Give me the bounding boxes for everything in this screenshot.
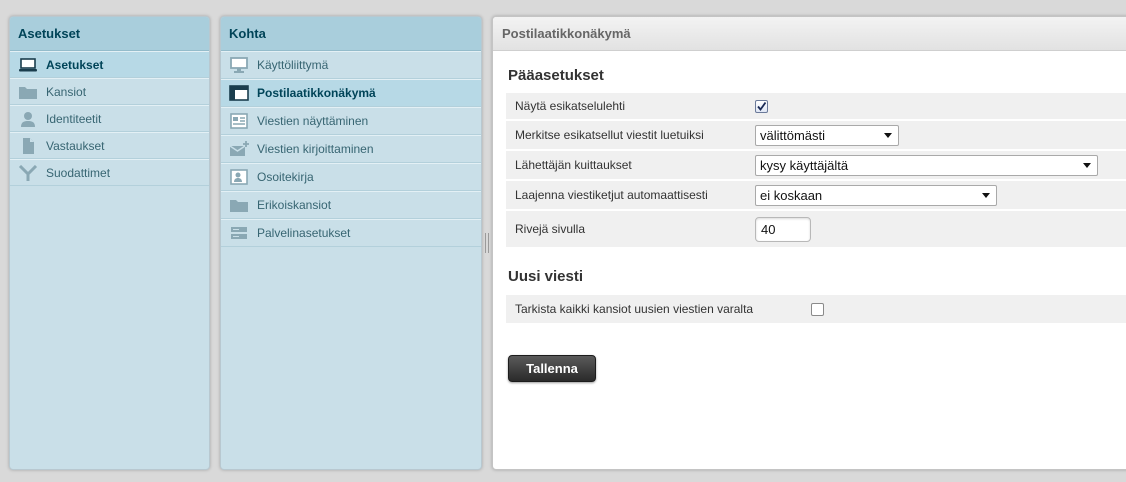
section-item-postilaatikkonakyma[interactable]: Postilaatikkonäkymä	[221, 79, 481, 107]
preferences-panel: Postilaatikkonäkymä Pääasetukset Näytä e…	[492, 16, 1126, 470]
folder-icon	[18, 84, 38, 100]
preferences-panel-title: Postilaatikkonäkymä	[493, 17, 1126, 51]
settings-item-label: Vastaukset	[46, 138, 105, 153]
settings-item-suodattimet[interactable]: Suodattimet	[10, 159, 209, 186]
rows-per-page-row: Rivejä sivulla	[506, 211, 1126, 249]
check-all-folders-row: Tarkista kaikki kansiot uusien viestien …	[506, 295, 1126, 323]
section-item-label: Palvelinasetukset	[257, 226, 351, 240]
person-icon	[18, 111, 38, 127]
mark-read-select[interactable]: välittömästi	[755, 124, 899, 146]
check-all-folders-checkbox[interactable]	[811, 302, 824, 316]
filter-icon	[18, 164, 38, 181]
mailbox-layout-icon	[229, 85, 249, 101]
section-item-viestien-kirjoittaminen[interactable]: Viestien kirjoittaminen	[221, 135, 481, 163]
special-folder-icon	[229, 197, 249, 213]
section-item-label: Viestien näyttäminen	[257, 114, 369, 128]
expand-threads-select[interactable]: ei koskaan	[755, 184, 997, 206]
settings-item-vastaukset[interactable]: Vastaukset	[10, 132, 209, 159]
show-preview-label: Näytä esikatselulehti	[515, 99, 626, 113]
mark-read-label: Merkitse esikatsellut viestit luetuiksi	[515, 128, 704, 142]
compose-icon	[229, 141, 249, 157]
settings-item-label: Kansiot	[46, 84, 87, 99]
checkmark-icon	[757, 101, 767, 111]
settings-item-kansiot[interactable]: Kansiot	[10, 78, 209, 105]
panel-resize-handle[interactable]	[484, 233, 490, 253]
section-item-label: Osoitekirja	[257, 170, 314, 184]
monitor-icon	[229, 57, 249, 73]
receipts-row: Lähettäjän kuittaukset kysy käyttäjältä	[506, 151, 1126, 181]
section-item-label: Postilaatikkonäkymä	[257, 86, 376, 100]
document-icon	[18, 137, 38, 154]
dropdown-arrow-icon	[884, 132, 892, 138]
show-preview-row: Näytä esikatselulehti	[506, 93, 1126, 121]
settings-panel-title: Asetukset	[10, 17, 209, 51]
receipts-select[interactable]: kysy käyttäjältä	[755, 154, 1098, 176]
new-message-heading: Uusi viesti	[508, 268, 584, 285]
settings-list: Asetukset Kansiot Identiteetit Vastaukse…	[10, 51, 209, 186]
settings-item-label: Asetukset	[46, 57, 104, 72]
receipts-value: kysy käyttäjältä	[760, 157, 849, 173]
addressbook-icon	[229, 169, 249, 185]
dropdown-arrow-icon	[1083, 162, 1091, 168]
rows-per-page-label: Rivejä sivulla	[515, 222, 586, 236]
section-item-label: Viestien kirjoittaminen	[257, 142, 374, 156]
rows-per-page-input[interactable]	[755, 216, 811, 242]
section-item-viestien-nayttaminen[interactable]: Viestien näyttäminen	[221, 107, 481, 135]
settings-item-asetukset[interactable]: Asetukset	[10, 51, 209, 78]
new-message-table: Tarkista kaikki kansiot uusien viestien …	[506, 295, 1126, 323]
main-settings-heading: Pääasetukset	[508, 67, 604, 84]
section-panel: Kohta Käyttöliittymä Postilaatikkonäkymä…	[220, 16, 482, 470]
section-list: Käyttöliittymä Postilaatikkonäkymä Viest…	[221, 51, 481, 247]
section-item-osoitekirja[interactable]: Osoitekirja	[221, 163, 481, 191]
server-icon	[229, 225, 249, 241]
settings-panel: Asetukset Asetukset Kansiot Identiteetit…	[9, 16, 210, 470]
section-panel-title: Kohta	[221, 17, 481, 51]
save-button[interactable]: Tallenna	[508, 355, 596, 382]
settings-item-label: Identiteetit	[46, 111, 102, 126]
section-item-label: Erikoiskansiot	[257, 198, 332, 212]
mark-read-value: välittömästi	[760, 127, 826, 143]
expand-threads-value: ei koskaan	[760, 187, 823, 203]
section-item-palvelinasetukset[interactable]: Palvelinasetukset	[221, 219, 481, 247]
laptop-icon	[18, 57, 38, 73]
section-item-kayttoliittyma[interactable]: Käyttöliittymä	[221, 51, 481, 79]
settings-item-label: Suodattimet	[46, 165, 111, 180]
settings-item-identiteetit[interactable]: Identiteetit	[10, 105, 209, 132]
section-item-erikoiskansiot[interactable]: Erikoiskansiot	[221, 191, 481, 219]
expand-threads-label: Laajenna viestiketjut automaattisesti	[515, 188, 708, 202]
check-all-folders-label: Tarkista kaikki kansiot uusien viestien …	[515, 302, 754, 316]
expand-threads-row: Laajenna viestiketjut automaattisesti ei…	[506, 181, 1126, 211]
show-preview-checkbox[interactable]	[755, 99, 768, 113]
message-view-icon	[229, 113, 249, 129]
main-settings-table: Näytä esikatselulehti Merkitse esikatsel…	[506, 93, 1126, 249]
mark-read-row: Merkitse esikatsellut viestit luetuiksi …	[506, 121, 1126, 151]
receipts-label: Lähettäjän kuittaukset	[515, 158, 632, 172]
dropdown-arrow-icon	[982, 192, 990, 198]
section-item-label: Käyttöliittymä	[257, 58, 329, 72]
